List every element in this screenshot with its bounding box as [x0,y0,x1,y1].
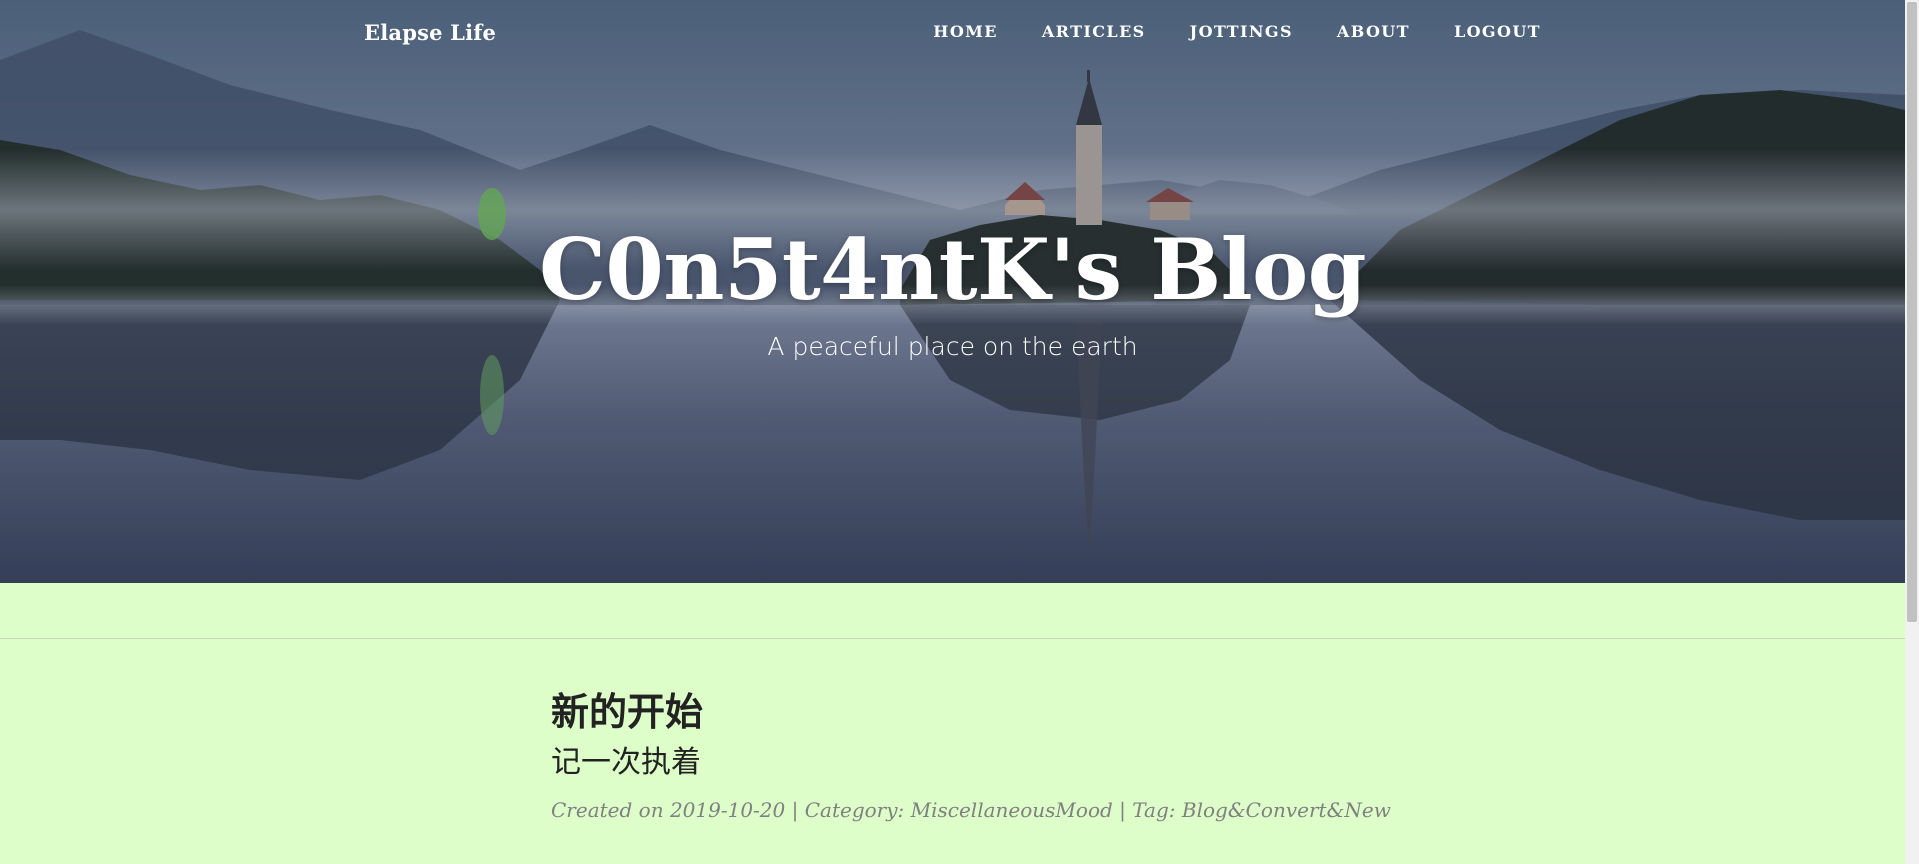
post-preview: 新的开始 记一次执着 Created on 2019-10-20 | Categ… [551,686,1401,822]
post-meta-category-label: Category: [804,798,905,822]
nav-link-about[interactable]: ABOUT [1337,22,1410,41]
post-meta-tag-label: Tag: [1132,798,1176,822]
post-meta-separator: | [791,798,799,822]
site-subtitle: A peaceful place on the earth [767,332,1138,361]
post-meta-date: 2019-10-20 [669,798,786,822]
content-divider [0,638,1905,639]
brand-link[interactable]: Elapse Life [364,20,496,45]
nav-link-logout[interactable]: LOGOUT [1454,22,1541,41]
post-meta-tag-link[interactable]: Blog&Convert&New [1182,798,1391,822]
vertical-scrollbar[interactable] [1905,0,1919,864]
nav-item-home: HOME [933,22,998,41]
nav-item-about: ABOUT [1337,22,1410,41]
nav-link-jottings[interactable]: JOTTINGS [1190,22,1293,41]
post-title[interactable]: 新的开始 [551,686,1401,738]
site-title: C0n5t4ntK's Blog [539,220,1366,319]
main-nav: HOME ARTICLES JOTTINGS ABOUT LOGOUT [889,22,1541,41]
nav-link-home[interactable]: HOME [933,22,998,41]
post-meta-category-link[interactable]: MiscellaneousMood [911,798,1113,822]
nav-item-articles: ARTICLES [1042,22,1146,41]
page: Elapse Life HOME ARTICLES JOTTINGS ABOUT… [0,0,1919,864]
post-meta: Created on 2019-10-20 | Category: Miscel… [551,798,1401,822]
nav-link-articles[interactable]: ARTICLES [1042,22,1146,41]
nav-item-logout: LOGOUT [1454,22,1541,41]
hero-header: Elapse Life HOME ARTICLES JOTTINGS ABOUT… [0,0,1905,583]
post-subtitle[interactable]: 记一次执着 [551,738,1401,788]
post-meta-created-label: Created on [551,798,664,822]
nav-item-jottings: JOTTINGS [1190,22,1293,41]
post-meta-separator: | [1119,798,1126,822]
post-link[interactable]: 新的开始 记一次执着 [551,686,1401,788]
scrollbar-thumb[interactable] [1907,2,1917,622]
